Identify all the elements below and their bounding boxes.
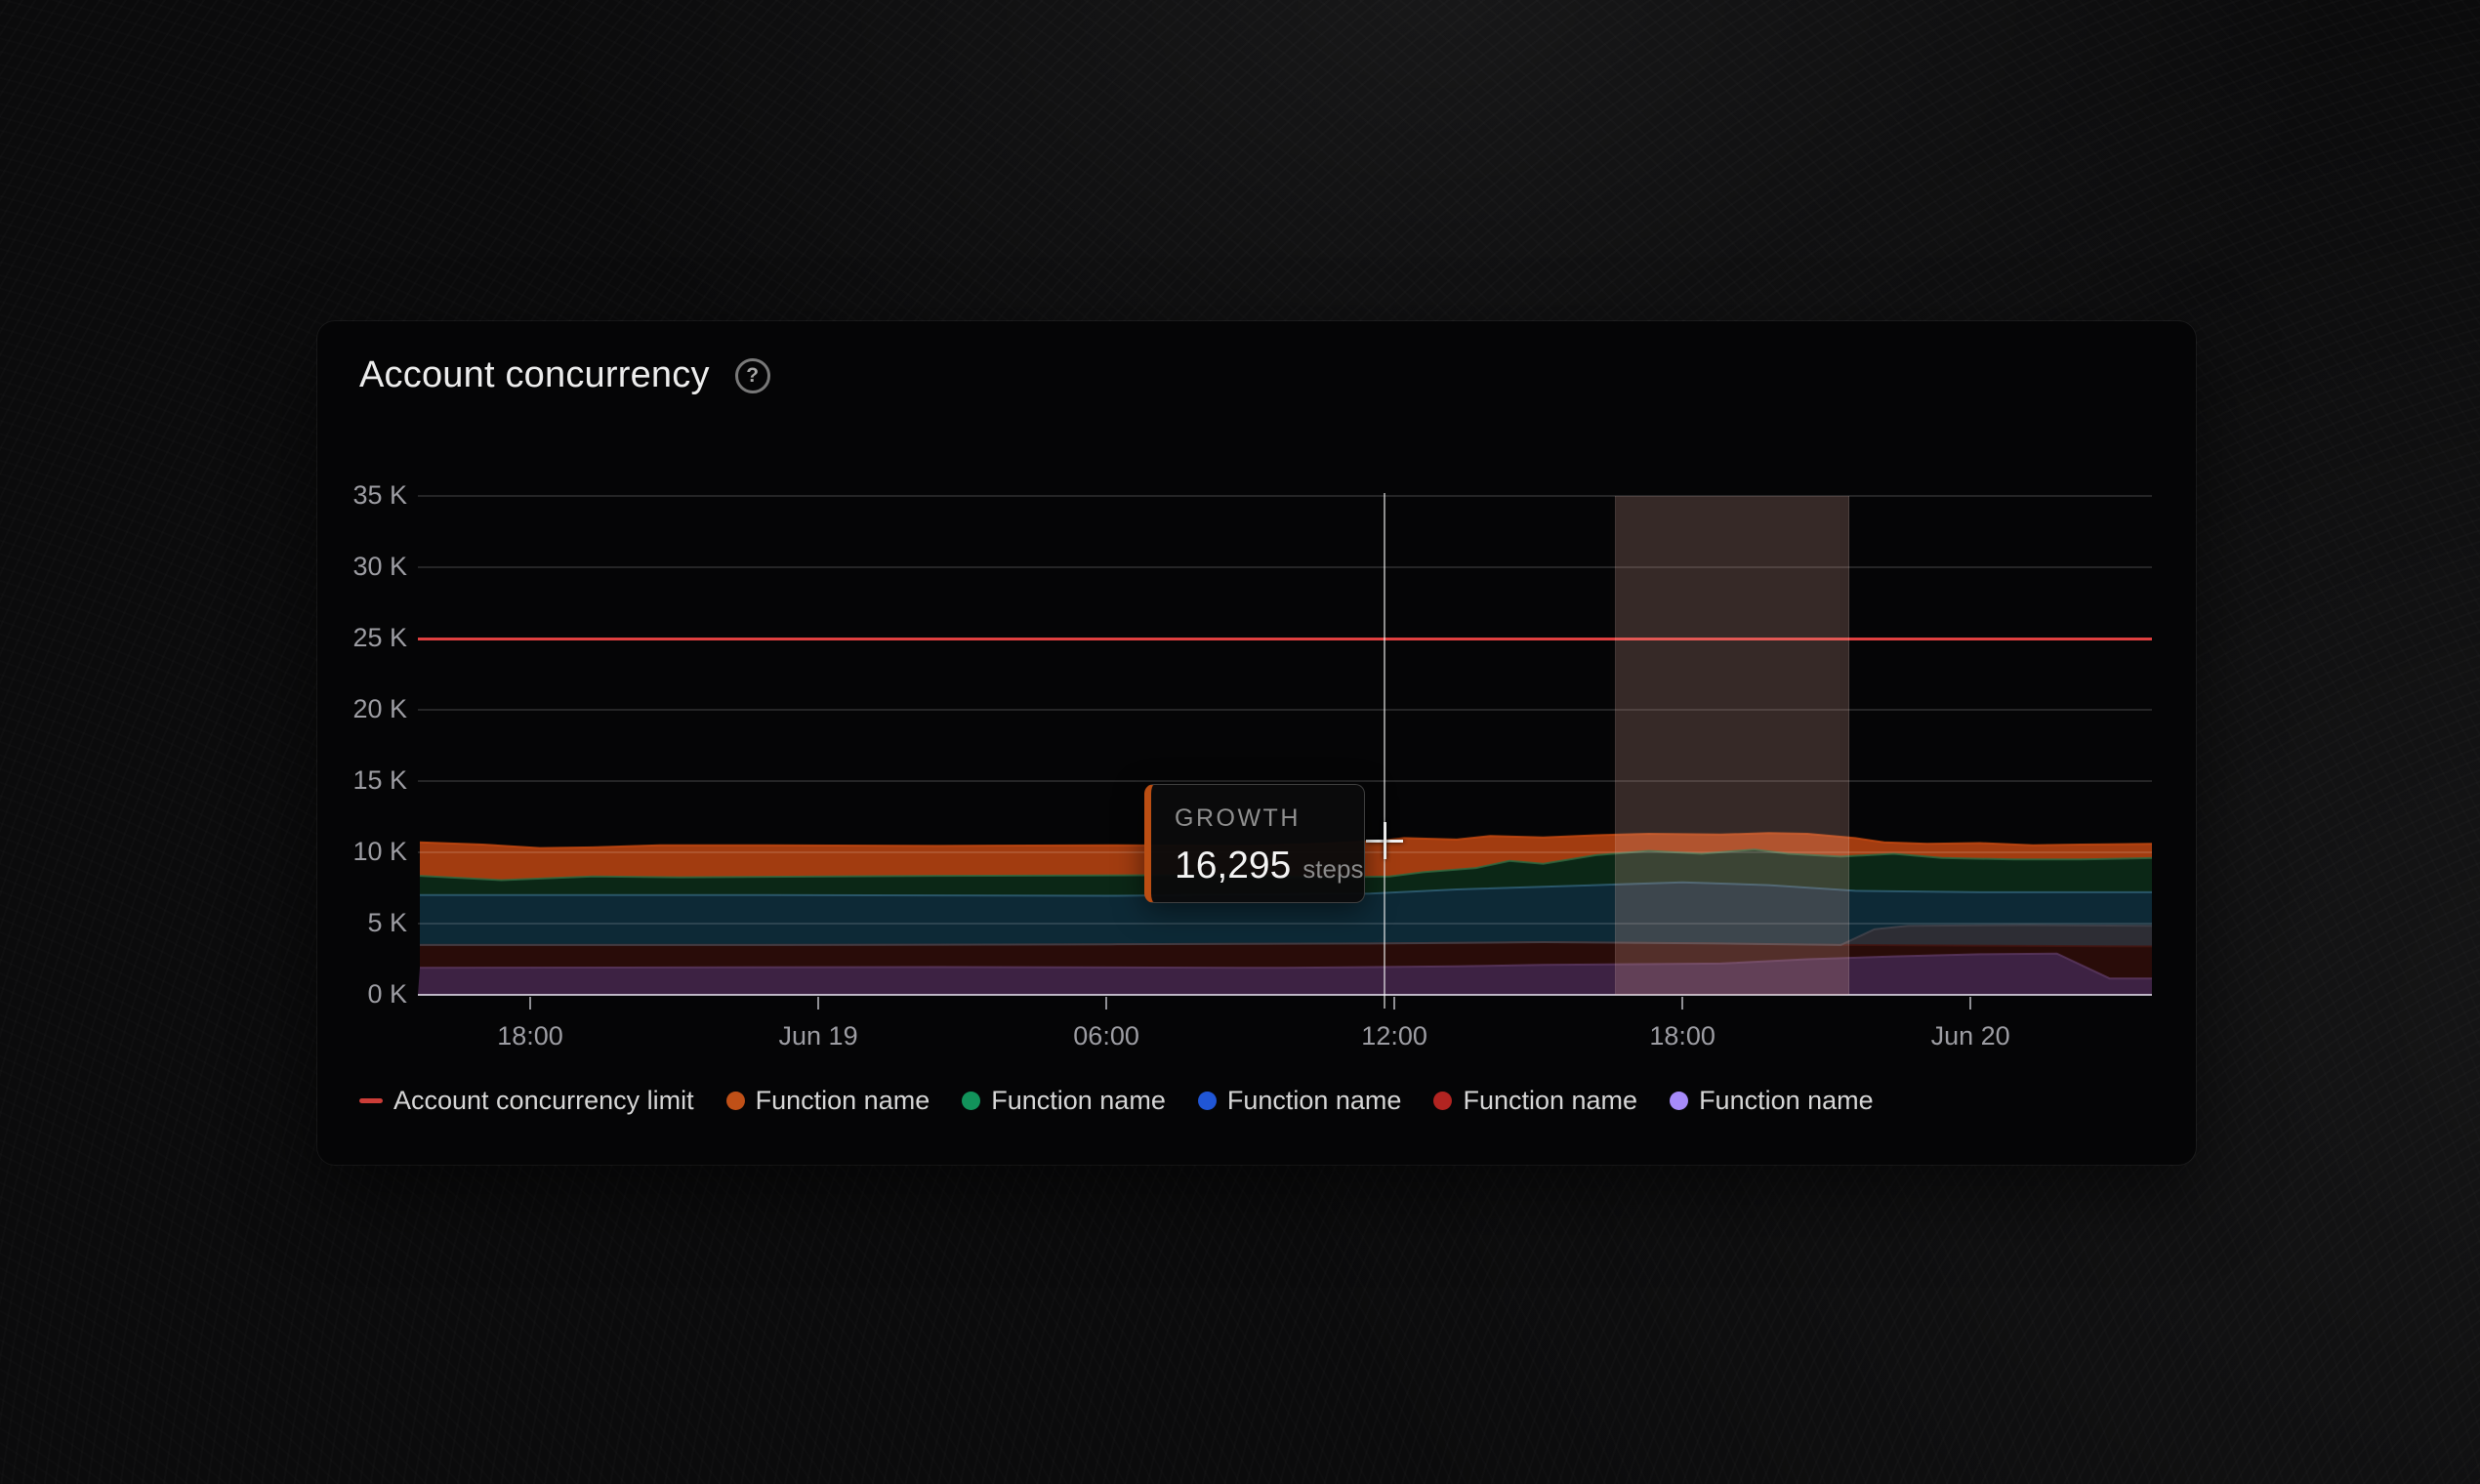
- highlight-region: [1615, 496, 1849, 995]
- x-axis-tick: [529, 997, 532, 1010]
- tooltip-value-row: 16,295 steps: [1175, 845, 1364, 887]
- y-axis-label: 25 K: [352, 623, 407, 652]
- legend-label: Function name: [1699, 1086, 1874, 1115]
- gridline: [418, 566, 2152, 568]
- legend-dot-icon: [1197, 1092, 1217, 1110]
- legend-label: Function name: [1463, 1086, 1638, 1115]
- gridline: [418, 709, 2152, 711]
- gridline: [418, 923, 2152, 925]
- legend-label: Function name: [1226, 1086, 1402, 1115]
- x-axis-label: 12:00: [1361, 1021, 1427, 1051]
- tooltip-unit: steps: [1302, 854, 1364, 884]
- limit-line: [418, 638, 2152, 640]
- chart-plot-area[interactable]: GROWTH 16,295 steps: [418, 493, 2152, 1009]
- y-axis-label: 15 K: [352, 765, 407, 795]
- legend-label: Function name: [755, 1086, 930, 1115]
- x-axis-tick: [1105, 997, 1108, 1010]
- x-axis-label: Jun 20: [1930, 1021, 2010, 1051]
- y-axis-label: 0 K: [367, 979, 407, 1009]
- tooltip: GROWTH 16,295 steps: [1144, 784, 1365, 903]
- legend-item[interactable]: Function name: [1433, 1086, 1637, 1116]
- tooltip-series-label: GROWTH: [1175, 804, 1301, 832]
- legend-dot-icon: [1433, 1092, 1453, 1110]
- legend-item[interactable]: Function name: [962, 1086, 1166, 1116]
- legend-item[interactable]: Function name: [725, 1086, 930, 1116]
- y-axis-label: 30 K: [352, 552, 407, 581]
- legend-item[interactable]: Function name: [1197, 1086, 1402, 1116]
- x-axis-label: 06:00: [1073, 1021, 1139, 1051]
- legend-label: Account concurrency limit: [393, 1086, 694, 1115]
- x-axis-label: 18:00: [497, 1021, 563, 1051]
- page-background: Account concurrency ? GROWTH 16,295 step…: [0, 0, 2480, 1484]
- legend-dot-icon: [1670, 1092, 1689, 1110]
- card-header: Account concurrency ?: [359, 354, 770, 396]
- y-axis-label: 35 K: [352, 480, 407, 510]
- x-axis-label: 18:00: [1649, 1021, 1715, 1051]
- x-axis-tick: [1393, 997, 1396, 1010]
- crosshair-cursor: [1366, 822, 1403, 859]
- legend: Account concurrency limit Function name Fu…: [359, 1086, 1874, 1116]
- x-axis-label: Jun 19: [778, 1021, 858, 1051]
- y-axis-label: 10 K: [352, 837, 407, 866]
- x-axis-tick: [1681, 997, 1684, 1010]
- chart-title: Account concurrency: [359, 354, 710, 395]
- stacked-area-chart: [418, 832, 2152, 995]
- legend-item[interactable]: Account concurrency limit: [359, 1086, 694, 1116]
- legend-item[interactable]: Function name: [1670, 1086, 1874, 1116]
- legend-dash-icon: [359, 1098, 383, 1103]
- y-axis-label: 20 K: [352, 694, 407, 723]
- y-axis-label: 5 K: [367, 908, 407, 937]
- x-axis-tick: [817, 997, 820, 1010]
- gridline: [418, 495, 2152, 497]
- x-axis-tick: [1969, 997, 1972, 1010]
- x-axis-line: [418, 994, 2152, 996]
- legend-label: Function name: [991, 1086, 1166, 1115]
- help-icon[interactable]: ?: [734, 357, 770, 393]
- account-concurrency-card: Account concurrency ? GROWTH 16,295 step…: [317, 321, 2196, 1165]
- tooltip-value: 16,295: [1175, 845, 1292, 886]
- gridline: [418, 780, 2152, 782]
- legend-dot-icon: [725, 1092, 745, 1110]
- legend-dot-icon: [962, 1092, 981, 1110]
- crosshair-line: [1384, 493, 1385, 1009]
